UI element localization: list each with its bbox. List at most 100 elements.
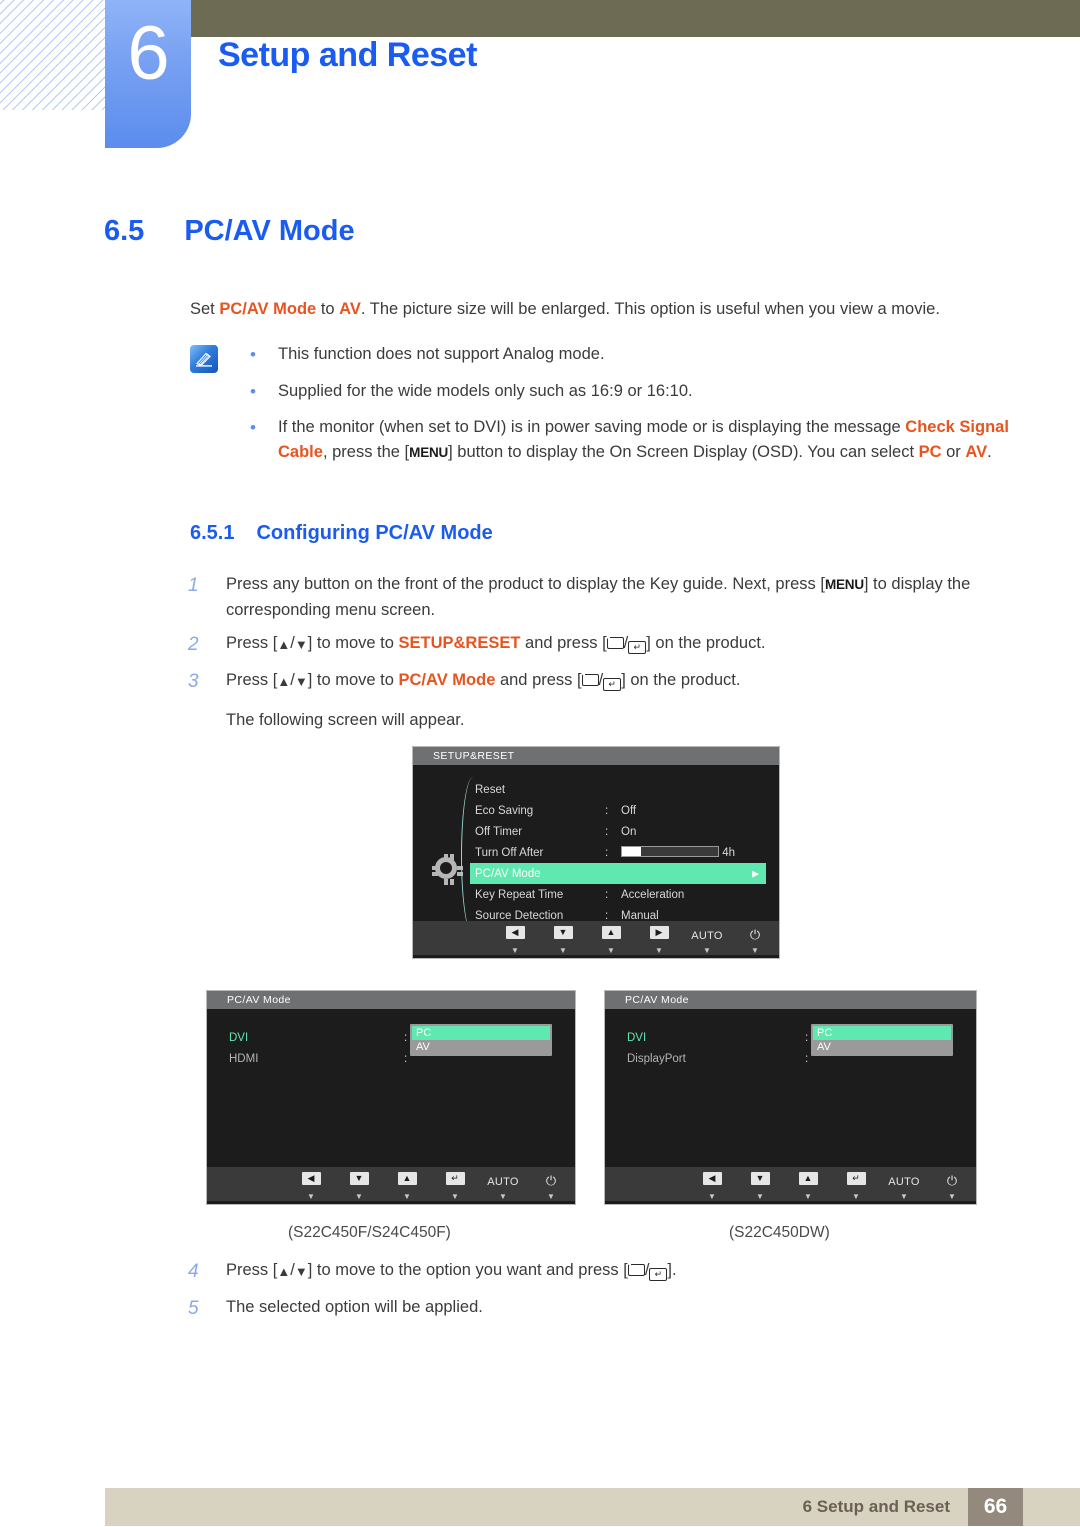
osd-key-auto[interactable]: AUTO ▼	[880, 1172, 928, 1201]
osd-key-enter[interactable]: ↵ ▼	[832, 1172, 880, 1201]
osd-key-right[interactable]: ▶ ▼	[635, 926, 683, 955]
osd-key-power[interactable]: ⏻ ▼	[928, 1172, 976, 1201]
key-tick-icon: ▼	[948, 1192, 956, 1201]
menu-item-turn-off-after[interactable]: Turn Off After : 4h	[475, 842, 775, 863]
step3-mid: ] to move to	[307, 670, 399, 689]
osd-body: Reset Eco Saving : Off Off Timer : On Tu…	[413, 765, 779, 955]
auto-label: AUTO	[888, 1176, 920, 1188]
menu-item-pc-av-mode[interactable]: PC/AV Mode ▶	[470, 863, 766, 884]
bullet3-mid2: ] button to display the On Screen Displa…	[448, 443, 919, 462]
menu-colon: :	[605, 804, 609, 817]
osd-key-left[interactable]: ◀ ▼	[688, 1172, 736, 1201]
dropdown-option-av[interactable]: AV	[813, 1040, 951, 1054]
list-item: 2 Press [▲/▼] to move to SETUP&RESET and…	[188, 631, 1013, 660]
bullet3-mid3: or	[941, 443, 966, 462]
pcav-dropdown[interactable]: PC AV	[410, 1024, 552, 1056]
up-arrow-icon: ▲	[277, 673, 291, 689]
step-number: 5	[188, 1297, 199, 1319]
procedure-steps-last: 4 Press [▲/▼] to move to the option you …	[188, 1258, 1013, 1331]
osd-title-bar: SETUP&RESET	[413, 747, 779, 765]
caption-left: (S22C450F/S24C450F)	[288, 1224, 451, 1241]
back-button-icon	[580, 673, 599, 686]
dropdown-option-pc[interactable]: PC	[813, 1026, 951, 1040]
menu-item-label: Reset	[475, 783, 506, 796]
down-arrow-icon: ▼	[349, 1172, 369, 1185]
osd-key-up[interactable]: ▲ ▼	[383, 1172, 431, 1201]
step-text: Press [▲/▼] to move to the option you wa…	[226, 1258, 1013, 1287]
dropdown-option-pc[interactable]: PC	[412, 1026, 550, 1040]
list-item: 3 Press [▲/▼] to move to PC/AV Mode and …	[188, 668, 1013, 697]
osd-key-left[interactable]: ◀ ▼	[491, 926, 539, 955]
up-arrow-icon: ▲	[397, 1172, 417, 1185]
key-tick-icon: ▼	[804, 1192, 812, 1201]
section-heading: 6.5 PC/AV Mode	[104, 215, 355, 248]
step-text: Press [▲/▼] to move to PC/AV Mode and pr…	[226, 668, 1013, 697]
key-tick-icon: ▼	[852, 1192, 860, 1201]
down-arrow-icon: ▼	[553, 926, 573, 939]
step-number: 4	[188, 1261, 199, 1282]
bullet3-emphasis-pc: PC	[918, 443, 942, 462]
osd-key-guide-bar: ◀ ▼ ▼ ▼ ▲ ▼ ↵ ▼ AUTO ▼ ⏻ ▼	[605, 1167, 976, 1201]
osd-key-enter[interactable]: ↵ ▼	[431, 1172, 479, 1201]
osd-key-down[interactable]: ▼ ▼	[736, 1172, 784, 1201]
step2-mid: ] to move to	[307, 634, 399, 653]
enter-button-icon: ↵	[603, 677, 622, 691]
right-arrow-icon: ▶	[649, 926, 669, 939]
header-olive-bar	[190, 0, 1080, 37]
osd-key-power[interactable]: ⏻ ▼	[731, 926, 779, 955]
turn-off-after-slider[interactable]	[621, 846, 719, 857]
menu-item-reset[interactable]: Reset	[475, 779, 775, 800]
menu-item-eco-saving[interactable]: Eco Saving : Off	[475, 800, 775, 821]
document-page: 6 Setup and Reset 6.5 PC/AV Mode Set PC/…	[0, 0, 1080, 1527]
subsection-number: 6.5.1	[190, 522, 235, 544]
menu-item-key-repeat-time[interactable]: Key Repeat Time : Acceleration	[475, 884, 775, 905]
page-number: 66	[968, 1488, 1023, 1526]
key-tick-icon: ▼	[559, 946, 567, 955]
key-tick-icon: ▼	[403, 1192, 411, 1201]
power-icon: ⏻	[946, 1173, 958, 1188]
osd-body: DVI : HDMI : PC AV ◀ ▼ ▼ ▼ ▲ ▼ ↵ ▼ AUTO …	[207, 1009, 575, 1201]
gear-icon	[432, 854, 457, 879]
menu-item-value: Acceleration	[621, 888, 685, 901]
left-arrow-icon: ◀	[702, 1172, 722, 1185]
osd-key-auto[interactable]: AUTO ▼	[683, 926, 731, 955]
osd-key-auto[interactable]: AUTO ▼	[479, 1172, 527, 1201]
dropdown-option-av[interactable]: AV	[412, 1040, 550, 1054]
step-number: 1	[188, 575, 199, 596]
osd-key-down[interactable]: ▼ ▼	[335, 1172, 383, 1201]
osd-key-left[interactable]: ◀ ▼	[287, 1172, 335, 1201]
up-arrow-icon: ▲	[601, 926, 621, 939]
osd-pcav-right-screenshot: PC/AV Mode DVI : DisplayPort : PC AV ◀ ▼…	[604, 990, 977, 1205]
step2-tail: ] on the product.	[646, 634, 766, 653]
step1-pre: Press any button on the front of the pro…	[226, 575, 825, 593]
menu-item-off-timer[interactable]: Off Timer : On	[475, 821, 775, 842]
menu-item-label: Off Timer	[475, 825, 523, 838]
bullet3-mid1: , press the [	[322, 443, 410, 462]
down-arrow-icon: ▼	[294, 1264, 308, 1279]
bullet-marker-icon: •	[250, 381, 256, 401]
footer-chapter-label: 6 Setup and Reset	[802, 1497, 950, 1516]
step3-post: and press [	[495, 670, 582, 689]
step-number: 3	[188, 670, 199, 692]
pcav-dropdown[interactable]: PC AV	[811, 1024, 953, 1056]
chapter-title: Setup and Reset	[218, 36, 477, 74]
osd-key-up[interactable]: ▲ ▼	[587, 926, 635, 955]
menu-item-value: Off	[621, 804, 637, 817]
back-button-icon	[627, 1263, 645, 1276]
menu-colon: :	[605, 909, 609, 922]
step-text: Press any button on the front of the pro…	[226, 572, 1013, 623]
chapter-number: 6	[127, 11, 169, 96]
list-item: 4 Press [▲/▼] to move to the option you …	[188, 1258, 1013, 1287]
osd-key-power[interactable]: ⏻ ▼	[527, 1172, 575, 1201]
step2-pre: Press [	[226, 634, 278, 653]
menu-item-label: DisplayPort	[627, 1052, 686, 1065]
bullet-text: If the monitor (when set to DVI) is in p…	[278, 415, 1010, 465]
key-tick-icon: ▼	[307, 1192, 315, 1201]
osd-key-down[interactable]: ▼ ▼	[539, 926, 587, 955]
osd-setup-reset-screenshot: SETUP&RESET Reset Eco Saving : Off Off T…	[412, 746, 780, 959]
menu-colon: :	[605, 825, 609, 838]
note-pencil-icon	[190, 345, 218, 373]
osd-key-up[interactable]: ▲ ▼	[784, 1172, 832, 1201]
menu-item-value: On	[621, 825, 637, 838]
menu-item-value-slider[interactable]: 4h	[621, 846, 775, 859]
